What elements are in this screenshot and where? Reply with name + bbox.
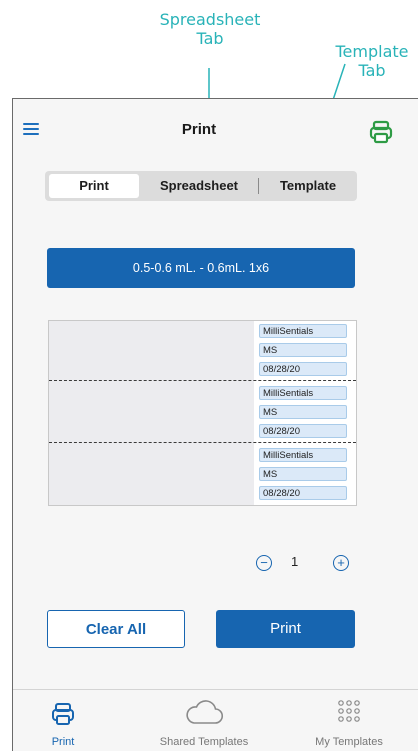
label-field[interactable]: 08/28/20	[259, 486, 347, 500]
printer-icon[interactable]	[369, 120, 393, 144]
cloud-icon	[186, 700, 224, 724]
top-app-bar: Print	[13, 99, 418, 161]
nav-print[interactable]: Print	[33, 692, 93, 748]
bottom-nav-divider	[13, 689, 418, 690]
tab-divider	[258, 178, 259, 194]
clear-all-button[interactable]: Clear All	[47, 610, 185, 648]
page-title: Print	[181, 121, 217, 138]
phone-screen: Print Print Spreadsheet Template 0.5-0.6…	[12, 98, 418, 751]
nav-my-templates[interactable]: My Templates	[299, 692, 399, 748]
nav-shared-templates-label: Shared Templates	[159, 736, 249, 748]
label-separator	[49, 442, 356, 443]
print-button[interactable]: Print	[216, 610, 355, 648]
increment-button[interactable]: +	[333, 555, 349, 571]
label-separator	[49, 380, 356, 381]
nav-my-templates-label: My Templates	[315, 736, 383, 748]
quantity-value: 1	[291, 554, 299, 569]
label-field[interactable]: MilliSentials	[259, 386, 347, 400]
label-field[interactable]: MilliSentials	[259, 448, 347, 462]
printer-icon	[52, 703, 74, 725]
decrement-button[interactable]: −	[256, 555, 272, 571]
tab-template[interactable]: Template	[261, 174, 355, 198]
label-field[interactable]: MilliSentials	[259, 324, 347, 338]
label-sheet-preview: MilliSentials MS 08/28/20 MilliSentials …	[48, 320, 357, 506]
label-field[interactable]: MS	[259, 405, 347, 419]
label-field[interactable]: 08/28/20	[259, 362, 347, 376]
label-size-selector[interactable]: 0.5-0.6 mL. - 0.6mL. 1x6	[47, 248, 355, 288]
tab-bar: Print Spreadsheet Template	[45, 171, 357, 201]
label-field[interactable]: MS	[259, 343, 347, 357]
tab-print[interactable]: Print	[49, 174, 139, 198]
tab-spreadsheet[interactable]: Spreadsheet	[141, 174, 257, 198]
label-field[interactable]: 08/28/20	[259, 424, 347, 438]
nav-shared-templates[interactable]: Shared Templates	[149, 692, 259, 748]
grid-icon	[338, 700, 360, 722]
label-field[interactable]: MS	[259, 467, 347, 481]
nav-print-label: Print	[51, 736, 75, 748]
